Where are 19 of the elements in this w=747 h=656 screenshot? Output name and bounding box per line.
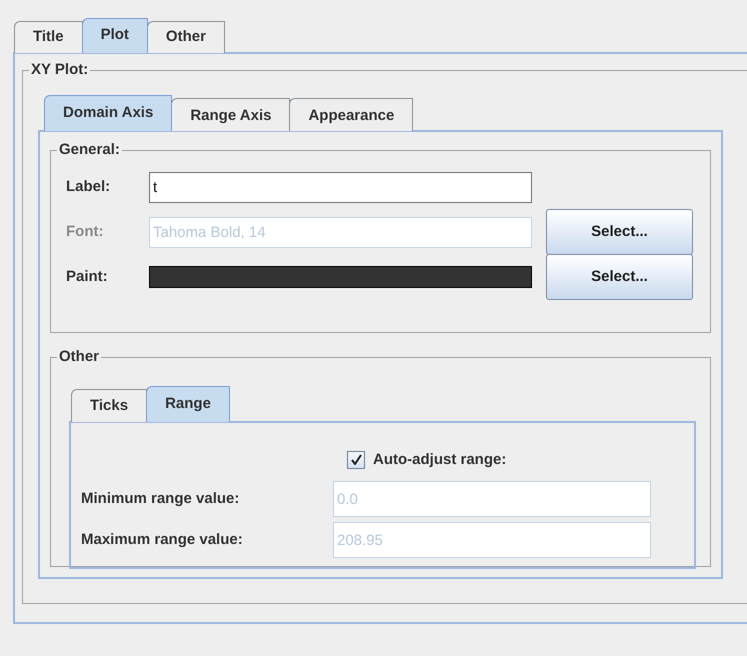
- field-label: Font:: [66, 222, 104, 242]
- tab[interactable]: Appearance: [289, 98, 414, 131]
- paint-swatch[interactable]: [149, 266, 532, 288]
- text-field[interactable]: t: [149, 172, 532, 202]
- checkbox[interactable]: [347, 450, 365, 469]
- checkbox-label: Auto-adjust range:: [373, 450, 506, 470]
- field-label: Maximum range value:: [81, 530, 244, 550]
- tab[interactable]: Plot: [82, 18, 148, 52]
- tab[interactable]: Title: [14, 21, 83, 52]
- select-button[interactable]: Select...: [546, 254, 693, 300]
- field-label: Label:: [66, 176, 112, 197]
- tab[interactable]: Domain Axis: [44, 94, 172, 131]
- tab[interactable]: Range: [146, 386, 230, 422]
- check-icon: [350, 454, 362, 466]
- field-label: Paint:: [66, 266, 109, 287]
- field-label: Minimum range value:: [81, 488, 240, 509]
- tab[interactable]: Other: [146, 21, 225, 52]
- tab[interactable]: Ticks: [71, 389, 148, 422]
- tab[interactable]: Range Axis: [171, 98, 290, 131]
